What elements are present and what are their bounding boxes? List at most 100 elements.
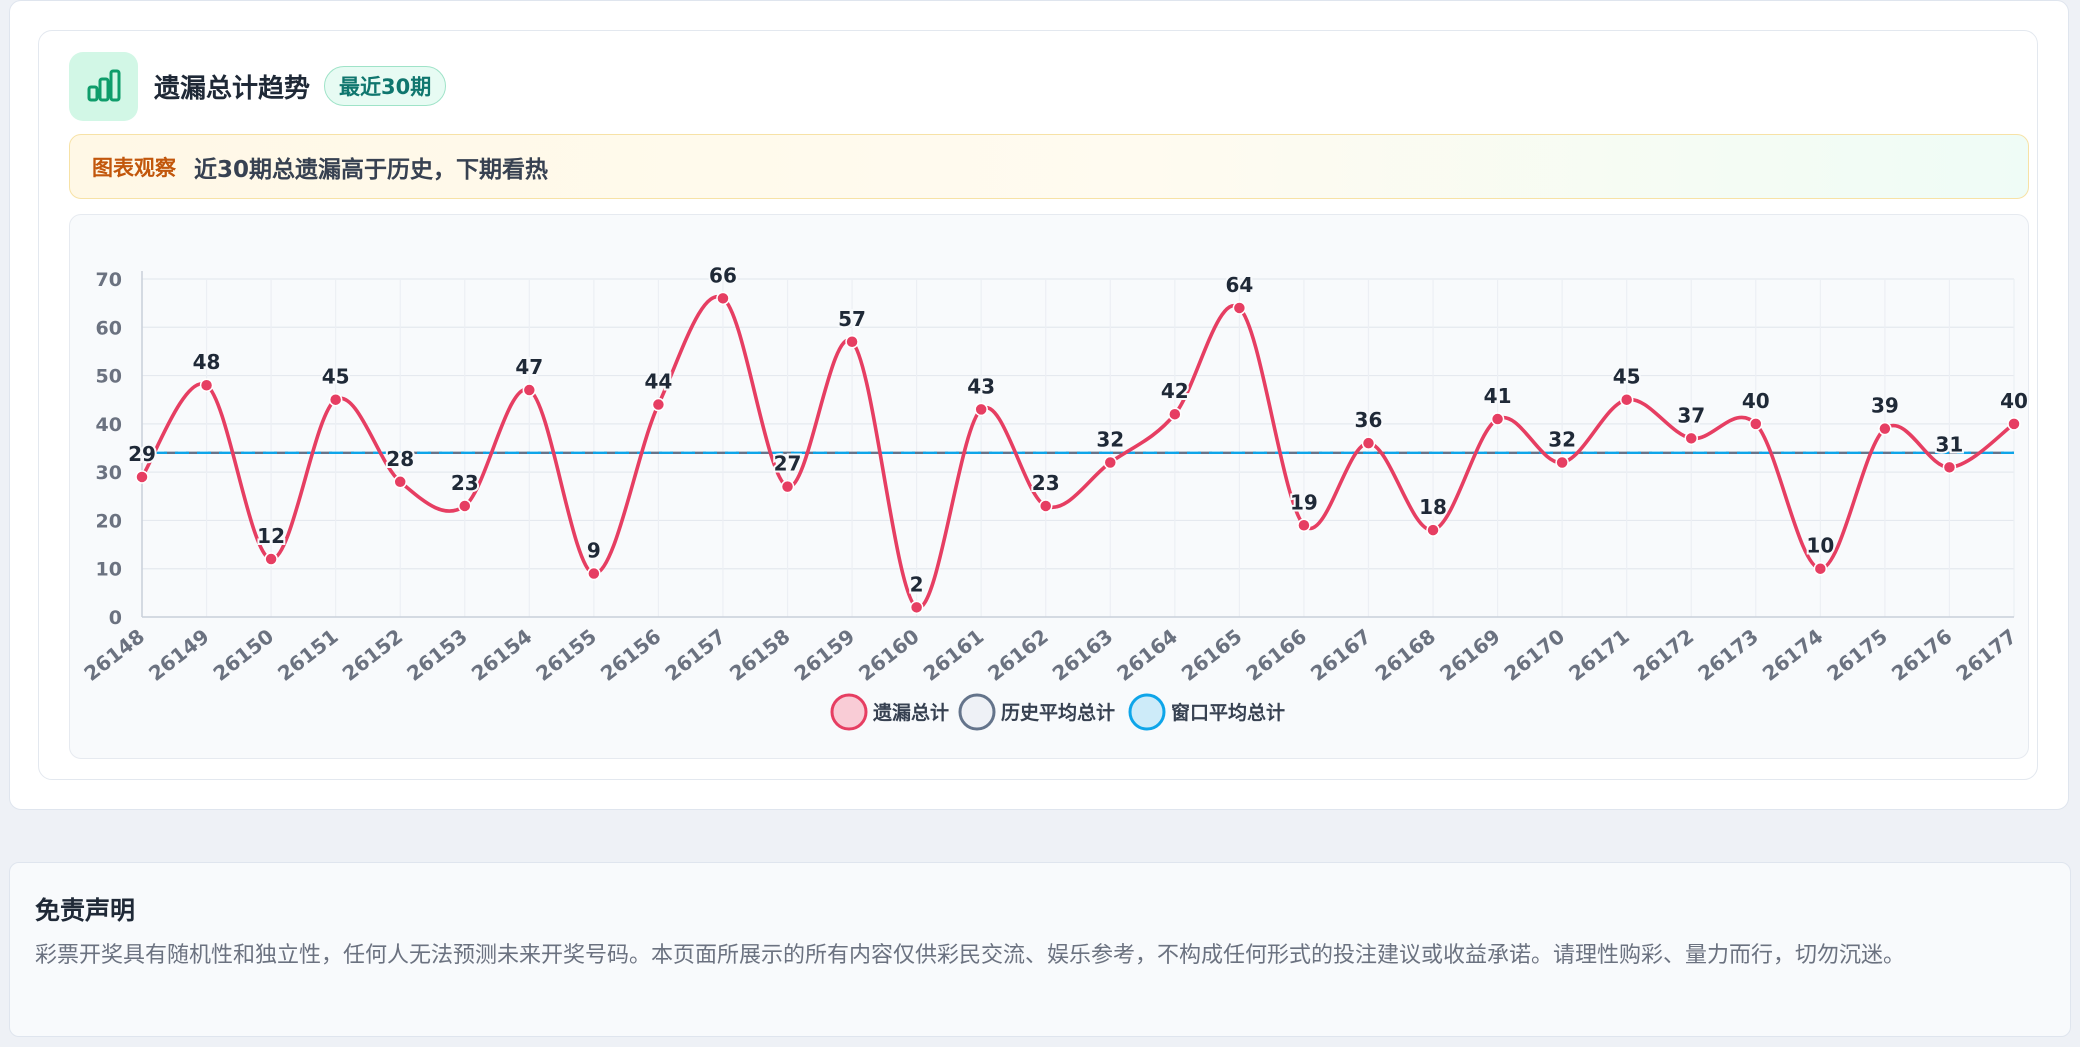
data-label: 27 (774, 452, 802, 476)
x-tick-label: 26148 (79, 624, 149, 686)
data-label: 45 (1613, 365, 1641, 389)
x-tick-label: 26162 (983, 624, 1053, 686)
x-tick-label: 26161 (919, 624, 989, 686)
data-point (1684, 431, 1698, 446)
data-point (974, 402, 988, 417)
x-tick-label: 26150 (209, 624, 279, 686)
legend-label: 历史平均总计 (1001, 701, 1115, 724)
data-point (1038, 499, 1053, 513)
legend-marker (958, 693, 996, 731)
legend-label: 遗漏总计 (872, 701, 949, 724)
data-label: 42 (1161, 379, 1189, 403)
data-point (2007, 417, 2021, 431)
data-point (458, 499, 472, 513)
x-tick-label: 26176 (1887, 624, 1957, 686)
legend-marker (1128, 693, 1166, 731)
x-tick-label: 26166 (1241, 624, 1311, 686)
data-point (1942, 460, 1957, 475)
disclaimer-card: 免责声明 彩票开奖具有随机性和独立性，任何人无法预测未来开奖号码。本页面所展示的… (9, 862, 2071, 1037)
data-point (1490, 412, 1505, 426)
data-label: 23 (1032, 471, 1060, 495)
data-point (1619, 392, 1634, 407)
data-label: 43 (967, 374, 995, 398)
data-point (1878, 421, 1892, 436)
x-tick-label: 26157 (660, 624, 730, 686)
data-label: 40 (1742, 389, 1770, 413)
y-tick-label: 0 (109, 607, 122, 629)
x-tick-label: 26155 (531, 624, 601, 686)
x-tick-label: 26158 (725, 624, 795, 686)
x-tick-label: 26149 (144, 624, 214, 686)
data-point (522, 383, 537, 397)
data-label: 45 (322, 365, 350, 389)
data-label: 39 (1871, 394, 1899, 418)
x-tick-label: 26163 (1048, 624, 1118, 686)
panel-title: 遗漏总计趋势 (154, 73, 311, 104)
x-tick-label: 26167 (1306, 624, 1376, 686)
data-point (1361, 436, 1376, 450)
data-point (651, 397, 666, 412)
data-label: 19 (1290, 490, 1318, 514)
data-point (135, 470, 149, 484)
x-tick-label: 26165 (1177, 624, 1247, 686)
data-label: 32 (1548, 427, 1576, 451)
y-tick-label: 60 (96, 317, 122, 339)
data-label: 2 (910, 572, 924, 596)
observation-text: 近30期总遗漏高于历史，下期看热 (194, 156, 549, 183)
data-point (909, 600, 924, 615)
data-point (587, 566, 601, 581)
data-label: 9 (587, 539, 601, 563)
y-tick-label: 40 (96, 414, 122, 436)
x-tick-label: 26168 (1370, 624, 1440, 686)
data-point (1103, 455, 1118, 470)
y-tick-label: 70 (96, 269, 122, 291)
data-label: 28 (386, 447, 414, 471)
data-label: 44 (644, 370, 672, 394)
period-badge[interactable]: 最近30期 (324, 66, 447, 106)
legend-marker (830, 693, 868, 731)
data-point (1813, 561, 1828, 576)
observation-banner: 图表观察 近30期总遗漏高于历史，下期看热 (69, 134, 2029, 199)
data-point (1555, 455, 1569, 470)
data-point (1749, 417, 1763, 431)
data-point (1297, 518, 1311, 533)
x-tick-label: 26177 (1951, 624, 2021, 686)
data-label: 37 (1677, 403, 1705, 427)
data-label: 32 (1096, 427, 1124, 451)
data-label: 18 (1419, 495, 1447, 519)
x-tick-label: 26152 (338, 624, 408, 686)
data-label: 29 (128, 442, 156, 466)
x-tick-label: 26156 (596, 624, 666, 686)
data-point (1232, 301, 1247, 315)
panel-header: 遗漏总计趋势 最近30期 (69, 51, 447, 121)
x-tick-label: 26164 (1112, 624, 1182, 686)
data-label: 40 (2000, 389, 2028, 413)
x-tick-label: 26160 (854, 624, 924, 686)
x-tick-label: 26159 (790, 624, 860, 686)
data-point (716, 291, 730, 306)
x-tick-label: 26154 (467, 624, 537, 686)
data-label: 66 (709, 263, 737, 287)
data-label: 36 (1355, 408, 1383, 432)
x-tick-label: 26169 (1435, 624, 1505, 686)
x-tick-label: 26175 (1822, 624, 1892, 686)
x-tick-label: 26172 (1629, 624, 1699, 686)
chart-area: 0 10 20 30 40 50 60 70 26148 26149 26150 26151 26152… (69, 214, 2029, 759)
x-tick-label: 26170 (1500, 624, 1570, 686)
chart-panel: 遗漏总计趋势 最近30期 图表观察 近30期总遗漏高于历史，下期看热 0 10 20… (38, 30, 2038, 780)
x-tick-label: 26151 (273, 624, 343, 686)
y-tick-label: 50 (96, 366, 122, 388)
y-tick-label: 30 (96, 462, 122, 484)
x-tick-label: 26173 (1693, 624, 1763, 686)
data-label: 57 (838, 307, 866, 331)
data-label: 10 (1806, 534, 1834, 558)
y-tick-label: 20 (96, 510, 122, 532)
x-tick-label: 26171 (1564, 624, 1634, 686)
data-label: 64 (1225, 273, 1253, 297)
data-point (264, 552, 278, 566)
data-label: 31 (1936, 432, 1964, 456)
data-point (393, 475, 407, 489)
y-tick-label: 10 (96, 559, 122, 581)
data-point (1426, 523, 1440, 537)
disclaimer-title: 免责声明 (35, 896, 136, 925)
